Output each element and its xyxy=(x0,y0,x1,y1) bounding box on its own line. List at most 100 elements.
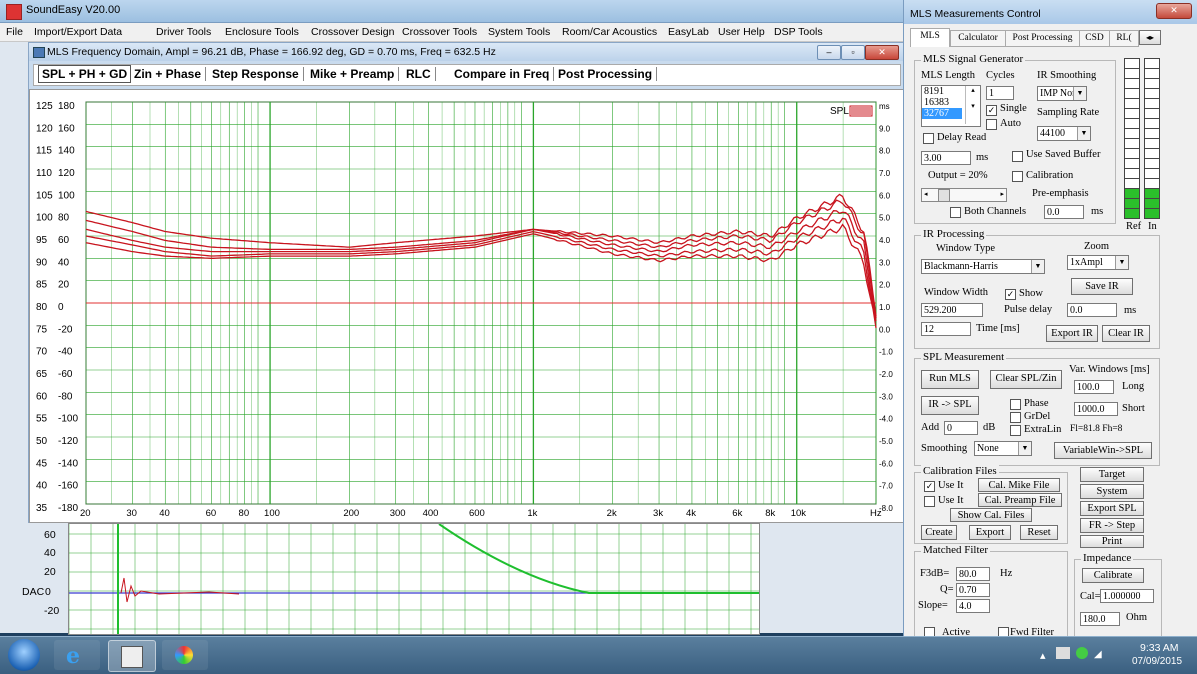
auto-checkbox[interactable] xyxy=(986,119,997,130)
create-button[interactable]: Create xyxy=(921,525,957,540)
child-title-bar[interactable]: MLS Frequency Domain, Ampl = 96.21 dB, P… xyxy=(29,43,904,61)
tab-csd[interactable]: CSD xyxy=(1079,30,1110,47)
tab-spl-ph-gd[interactable]: SPL + PH + GD xyxy=(38,65,132,83)
use-it-mike-checkbox[interactable]: ✓ xyxy=(924,481,935,492)
mls-title-bar[interactable]: MLS Measurements Control ✕ xyxy=(904,0,1197,24)
time-domain-plot[interactable] xyxy=(68,523,760,635)
clear-spl-zin-button[interactable]: Clear SPL/Zin xyxy=(990,370,1062,389)
sampling-rate-dropdown[interactable]: 44100 ▼ xyxy=(1037,126,1091,141)
phase-checkbox[interactable] xyxy=(1010,399,1021,410)
mls-length-list[interactable]: 8191 16383 32767 ▴ ▾ xyxy=(921,85,981,127)
spl-chart[interactable]: SPL 125 120 115 110 105 100 95 90 85 80 75 70 65 60 55 5… xyxy=(29,89,905,523)
menu-enclosure-tools[interactable]: Enclosure Tools xyxy=(225,26,299,38)
tab-compare-freq[interactable]: Compare in Freq xyxy=(454,67,555,81)
menu-import-export[interactable]: Import/Export Data xyxy=(34,26,122,38)
start-button[interactable] xyxy=(8,639,40,671)
tray-signal-icon[interactable]: ◢ xyxy=(1094,649,1102,660)
system-button[interactable]: System xyxy=(1080,484,1144,499)
taskbar-ie[interactable]: e xyxy=(54,640,100,670)
save-ir-button[interactable]: Save IR xyxy=(1071,278,1133,295)
add-input[interactable]: 0 xyxy=(944,421,978,435)
minimize-button[interactable]: – xyxy=(817,45,841,60)
reset-button[interactable]: Reset xyxy=(1020,525,1058,540)
tab-step-response[interactable]: Step Response xyxy=(212,67,304,81)
slope-input[interactable]: 4.0 xyxy=(956,599,990,613)
menu-system-tools[interactable]: System Tools xyxy=(488,26,550,38)
variable-win-spl-button[interactable]: VariableWin->SPL xyxy=(1054,442,1152,459)
tab-post-processing[interactable]: Post Processing xyxy=(558,67,658,81)
delay-read-checkbox[interactable] xyxy=(923,133,934,144)
menu-user-help[interactable]: User Help xyxy=(718,26,765,38)
taskbar-soundeasy[interactable] xyxy=(108,640,156,672)
ohm-input[interactable]: 180.0 xyxy=(1080,612,1120,626)
maximize-button[interactable]: ▫ xyxy=(841,45,865,60)
show-checkbox[interactable]: ✓ xyxy=(1005,289,1016,300)
pulse-delay-input[interactable]: 0.0 xyxy=(1067,303,1117,317)
tab-rl[interactable]: RL( xyxy=(1109,30,1139,47)
menu-crossover-tools[interactable]: Crossover Tools xyxy=(402,26,477,38)
both-channels-input[interactable]: 0.0 xyxy=(1044,205,1084,219)
tab-scroll-arrows[interactable]: ◂▸ xyxy=(1139,30,1161,45)
tray-arrow-icon[interactable]: ▴ xyxy=(1040,649,1046,662)
short-input[interactable]: 1000.0 xyxy=(1074,402,1118,416)
time-input[interactable]: 12 xyxy=(921,322,971,336)
extralin-checkbox[interactable] xyxy=(1010,425,1021,436)
window-type-dropdown[interactable]: Blackmann-Harris ▼ xyxy=(921,259,1045,274)
menu-file[interactable]: File xyxy=(6,26,23,38)
mls-length-selected[interactable]: 32767 xyxy=(922,108,962,119)
tab-post-processing-mls[interactable]: Post Processing xyxy=(1005,30,1080,47)
menu-room-car[interactable]: Room/Car Acoustics xyxy=(562,26,657,38)
use-it-preamp-checkbox[interactable] xyxy=(924,496,935,507)
tray-network-icon[interactable] xyxy=(1056,647,1070,659)
cycles-input[interactable]: 1 xyxy=(986,86,1014,100)
f3db-input[interactable]: 80.0 xyxy=(956,567,990,581)
mls-close-button[interactable]: ✕ xyxy=(1156,3,1192,19)
close-button[interactable]: ✕ xyxy=(865,45,899,60)
cal-preamp-file-button[interactable]: Cal. Preamp File xyxy=(978,493,1062,507)
app-title-bar[interactable]: SoundEasy V20.00 xyxy=(0,0,903,23)
tab-calculator[interactable]: Calculator xyxy=(950,30,1006,47)
export-button[interactable]: Export xyxy=(969,525,1011,540)
ir-to-spl-button[interactable]: IR -> SPL xyxy=(921,396,979,415)
export-spl-button[interactable]: Export SPL xyxy=(1080,501,1144,516)
output-slider[interactable]: ◂ ▸ xyxy=(921,188,1007,202)
long-input[interactable]: 100.0 xyxy=(1074,380,1114,394)
clock-date[interactable]: 07/09/2015 xyxy=(1132,656,1182,667)
both-channels-checkbox[interactable] xyxy=(950,207,961,218)
smoothing-dropdown[interactable]: None ▼ xyxy=(974,441,1032,456)
calibrate-button[interactable]: Calibrate xyxy=(1082,568,1144,583)
window-width-input[interactable]: 529.200 xyxy=(921,303,983,317)
slider-thumb[interactable] xyxy=(938,189,950,202)
ir-smoothing-dropdown[interactable]: IMP None ▼ xyxy=(1037,86,1087,101)
taskbar-paint[interactable] xyxy=(162,640,208,670)
delay-input[interactable]: 3.00 xyxy=(921,151,971,165)
show-cal-files-button[interactable]: Show Cal. Files xyxy=(950,508,1032,522)
use-saved-buffer-checkbox[interactable] xyxy=(1012,151,1023,162)
zoom-dropdown[interactable]: 1xAmpl ▼ xyxy=(1067,255,1129,270)
calibration-checkbox[interactable] xyxy=(1012,171,1023,182)
single-checkbox[interactable]: ✓ xyxy=(986,105,997,116)
menu-dsp-tools[interactable]: DSP Tools xyxy=(774,26,823,38)
print-button[interactable]: Print xyxy=(1080,535,1144,548)
menu-crossover-design[interactable]: Crossover Design xyxy=(311,26,394,38)
target-button[interactable]: Target xyxy=(1080,467,1144,482)
menu-easylab[interactable]: EasyLab xyxy=(668,26,709,38)
export-ir-button[interactable]: Export IR xyxy=(1046,325,1098,342)
q-input[interactable]: 0.70 xyxy=(956,583,990,597)
grdel-checkbox[interactable] xyxy=(1010,412,1021,423)
tab-zin-phase[interactable]: Zin + Phase xyxy=(134,67,207,81)
tab-rlc[interactable]: RLC xyxy=(406,67,436,81)
tab-mike-preamp[interactable]: Mike + Preamp xyxy=(310,67,400,81)
list-scrollbar[interactable]: ▴ ▾ xyxy=(965,86,980,124)
fr-step-button[interactable]: FR -> Step xyxy=(1080,518,1144,533)
clock-time[interactable]: 9:33 AM xyxy=(1140,642,1179,654)
tray-app-icon[interactable] xyxy=(1076,647,1088,659)
cal-mike-file-button[interactable]: Cal. Mike File xyxy=(978,478,1060,492)
run-mls-button[interactable]: Run MLS xyxy=(921,370,979,389)
clear-ir-button[interactable]: Clear IR xyxy=(1102,325,1150,342)
cal-input[interactable]: 1.000000 xyxy=(1100,589,1154,603)
slider-right-arrow[interactable]: ▸ xyxy=(1000,190,1004,198)
menu-driver-tools[interactable]: Driver Tools xyxy=(156,26,211,38)
tab-mls[interactable]: MLS xyxy=(910,28,950,47)
slider-left-arrow[interactable]: ◂ xyxy=(924,190,928,198)
